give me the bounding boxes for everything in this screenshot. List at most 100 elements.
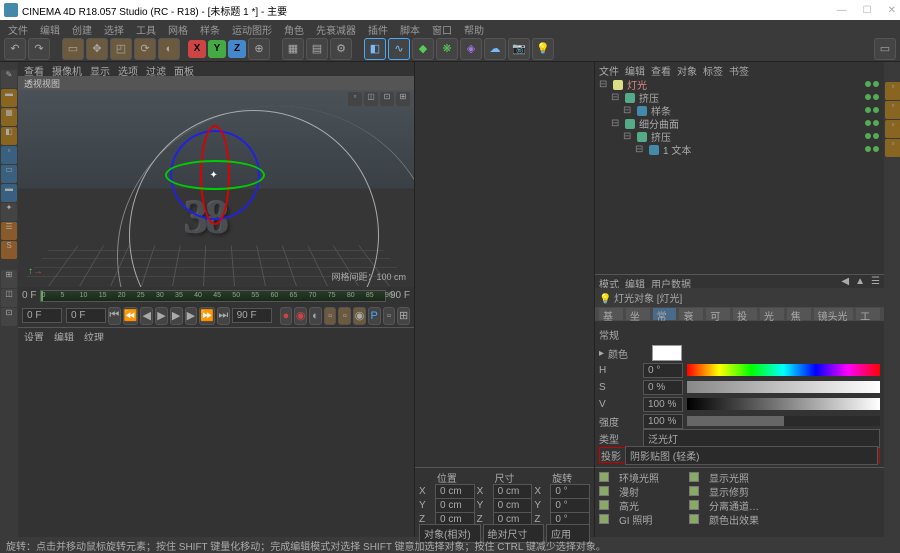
spline-button[interactable]: ∿ [388,38,410,60]
lower-tab[interactable]: 纹理 [84,329,104,340]
hier-tab[interactable]: 对象 [677,63,697,75]
expand-icon[interactable]: ⊟ [611,92,621,103]
move-tool[interactable]: ✥ [86,38,108,60]
z-axis-toggle[interactable]: Z [228,40,246,58]
vp-tab[interactable]: 选项 [118,63,138,75]
visibility-dots[interactable] [864,105,880,116]
attr-subtab[interactable]: 投影 [733,308,757,320]
key-scale-button[interactable]: ▫ [338,307,351,325]
minimize-button[interactable]: — [837,5,847,16]
keyframe-sel-button[interactable]: ◐ [309,307,322,325]
attr-subtab[interactable]: 坐标 [626,308,650,320]
rotate-tool[interactable]: ⟳ [134,38,156,60]
coords-tab-rot[interactable]: 旋转 [534,470,590,485]
attr-nav-icon[interactable]: ☰ [871,276,880,287]
render-settings-button[interactable]: ⚙ [330,38,352,60]
key-pos-button[interactable]: ▫ [324,307,337,325]
goto-end-button[interactable]: ⏭ [217,307,230,325]
viewport-solo-button[interactable]: S [1,241,17,259]
vp-mini4[interactable]: ⊞ [396,92,410,106]
color-chevron-icon[interactable]: ▸ [599,348,604,359]
color-swatch[interactable] [652,345,682,361]
coords-tab-size[interactable]: 尺寸 [477,470,533,485]
checkbox[interactable] [599,514,609,524]
key-pla-button[interactable]: ▫ [383,307,396,325]
object-name[interactable]: 1 文本 [663,142,860,157]
expand-icon[interactable]: ⊟ [623,131,633,142]
attr-subtab[interactable]: 光度 [760,308,784,320]
hue-slider[interactable] [687,364,880,376]
expand-icon[interactable]: ⊟ [623,105,633,116]
vp-tab[interactable]: 面板 [174,63,194,75]
menu-item[interactable]: 插件 [368,22,388,34]
hue-field[interactable]: 0 ° [643,363,683,378]
checkbox[interactable] [599,486,609,496]
redo-button[interactable]: ↷ [28,38,50,60]
attr-nav-icon[interactable]: ▲ [855,276,865,287]
vp-tab[interactable]: 显示 [90,63,110,75]
deformer-button[interactable]: ◈ [460,38,482,60]
edge-tool1[interactable]: ▫ [885,82,900,100]
menu-item[interactable]: 选择 [104,22,124,34]
checkbox[interactable] [689,500,699,510]
attr-subtab[interactable]: 焦散 [787,308,811,320]
scale-tool[interactable]: ◰ [110,38,132,60]
visibility-dots[interactable] [864,144,880,155]
menu-item[interactable]: 样条 [200,22,220,34]
lower-tab[interactable]: 设置 [24,329,44,340]
attr-tab[interactable]: 用户数据 [651,276,691,287]
select-tool[interactable]: ▭ [62,38,84,60]
intensity-slider[interactable] [687,416,880,426]
pos-field[interactable]: 0 cm [435,484,475,499]
frame-current-field[interactable]: 0 F [66,308,106,323]
y-axis-toggle[interactable]: Y [208,40,226,58]
edge-tool3[interactable]: ▫ [885,120,900,138]
snap3-button[interactable]: ⊡ [1,308,17,326]
frame-end-field[interactable]: 90 F [232,308,272,323]
environment-button[interactable]: ☁ [484,38,506,60]
hier-tab[interactable]: 书签 [729,63,749,75]
render-region-button[interactable]: ▤ [306,38,328,60]
val-field[interactable]: 100 % [643,397,683,412]
axis-mode-button[interactable]: ✦ [1,203,17,221]
attr-tab[interactable]: 模式 [599,276,619,287]
pos-field[interactable]: 0 cm [435,498,475,513]
menu-item[interactable]: 窗口 [432,22,452,34]
attr-tab[interactable]: 编辑 [625,276,645,287]
vp-mini1[interactable]: ▫ [348,92,362,106]
frame-start-field[interactable]: 0 F [22,308,62,323]
coords-tab-pos[interactable]: 位置 [419,470,475,485]
point-mode-button[interactable]: ▫ [1,146,17,164]
rotation-gizmo[interactable]: ✦ [165,125,265,225]
snap2-button[interactable]: ◫ [1,289,17,307]
texture-mode-button[interactable]: ▦ [1,108,17,126]
attr-subtab[interactable]: 可见 [706,308,730,320]
sat-slider[interactable] [687,381,880,393]
generator-button[interactable]: ◆ [412,38,434,60]
autokey-button[interactable]: ◉ [294,307,307,325]
size-field[interactable]: 0 cm [493,484,533,499]
attr-subtab[interactable]: 常规 [653,308,677,320]
hier-tab[interactable]: 文件 [599,63,619,75]
prev-key-button[interactable]: ⏪ [123,307,139,325]
hier-tab[interactable]: 标签 [703,63,723,75]
menu-item[interactable]: 脚本 [400,22,420,34]
checkbox[interactable] [689,472,699,482]
attr-subtab[interactable]: 基本 [599,308,623,320]
expand-icon[interactable]: ⊟ [635,144,645,155]
attr-subtab[interactable]: 镜头光晕 [814,308,854,320]
visibility-dots[interactable] [864,92,880,103]
visibility-dots[interactable] [864,131,880,142]
menu-item[interactable]: 先衰减器 [316,22,356,34]
cube-primitive-button[interactable]: ◧ [364,38,386,60]
menu-item[interactable]: 文件 [8,22,28,34]
play-back-button[interactable]: ▶ [155,307,168,325]
viewport-3d[interactable]: 38 ✦ ↑→ 网格间距：100 cm ▫ ◫ ⊡ ⊞ [18,90,414,287]
menu-item[interactable]: 网格 [168,22,188,34]
edge-mode-button[interactable]: ▭ [1,165,17,183]
attr-subtab[interactable]: 工程 [856,308,880,320]
edge-tool4[interactable]: ▫ [885,139,900,157]
menu-item[interactable]: 角色 [284,22,304,34]
maximize-button[interactable]: ☐ [863,5,872,16]
poly-mode-button[interactable]: ▬ [1,184,17,202]
